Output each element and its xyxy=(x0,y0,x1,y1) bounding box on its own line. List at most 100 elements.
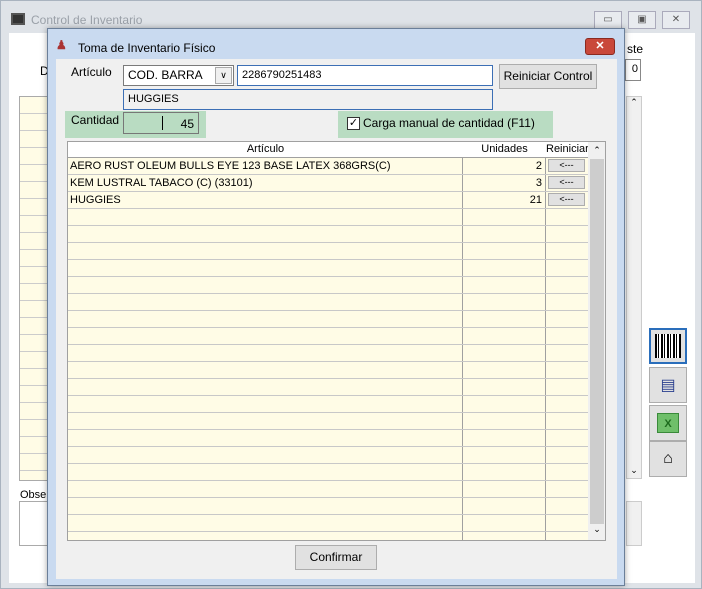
table-row[interactable] xyxy=(68,515,588,532)
table-row[interactable]: AERO RUST OLEUM BULLS EYE 123 BASE LATEX… xyxy=(68,158,588,175)
column-header-reiniciar[interactable]: Reiniciar xyxy=(546,142,589,158)
table-row[interactable] xyxy=(68,379,588,396)
cell-unidades xyxy=(463,294,546,310)
manual-checkbox-label: Carga manual de cantidad (F11) xyxy=(363,116,535,130)
cell-articulo xyxy=(68,498,463,514)
cell-articulo xyxy=(68,396,463,412)
table-row[interactable] xyxy=(68,396,588,413)
cell-reiniciar xyxy=(546,430,588,446)
cell-reiniciar xyxy=(546,345,588,361)
cell-articulo xyxy=(68,277,463,293)
cell-reiniciar xyxy=(546,447,588,463)
cell-unidades xyxy=(463,515,546,531)
background-scrollbar[interactable]: ⌃ ⌄ xyxy=(626,96,642,479)
cell-articulo xyxy=(68,379,463,395)
dialog-close-button[interactable]: ✕ xyxy=(585,38,615,55)
cell-unidades xyxy=(463,209,546,225)
cantidad-input[interactable]: 45 xyxy=(123,112,199,134)
cell-unidades xyxy=(463,498,546,514)
cell-reiniciar xyxy=(546,294,588,310)
table-row[interactable] xyxy=(68,260,588,277)
cell-reiniciar: <--- xyxy=(546,192,588,208)
cell-reiniciar xyxy=(546,515,588,531)
reset-row-button[interactable]: <--- xyxy=(548,193,585,206)
cell-unidades xyxy=(463,277,546,293)
table-row[interactable] xyxy=(68,243,588,260)
table-row[interactable] xyxy=(68,209,588,226)
confirm-button[interactable]: Confirmar xyxy=(295,545,377,570)
cell-unidades: 2 xyxy=(463,158,546,174)
cell-unidades xyxy=(463,396,546,412)
table-row[interactable] xyxy=(68,447,588,464)
cell-articulo xyxy=(68,447,463,463)
minimize-button[interactable]: ▭ xyxy=(594,11,622,29)
cell-reiniciar xyxy=(546,362,588,378)
barcode-button[interactable] xyxy=(649,328,687,364)
excel-button[interactable]: X xyxy=(649,405,687,441)
cell-reiniciar xyxy=(546,464,588,480)
table-row[interactable] xyxy=(68,294,588,311)
label-ste: ste xyxy=(627,42,644,56)
manual-checkbox-group[interactable]: ✓ Carga manual de cantidad (F11) xyxy=(338,111,553,138)
table-row[interactable] xyxy=(68,481,588,498)
cell-reiniciar xyxy=(546,498,588,514)
table-row[interactable] xyxy=(68,362,588,379)
cell-reiniciar xyxy=(546,209,588,225)
table-row[interactable] xyxy=(68,532,588,540)
observations-scrollbar[interactable] xyxy=(626,501,642,546)
cell-unidades xyxy=(463,311,546,327)
text-cursor xyxy=(162,116,163,130)
reset-control-button[interactable]: Reiniciar Control xyxy=(499,64,597,89)
table-row[interactable] xyxy=(68,413,588,430)
dialog-icon: ♟ xyxy=(56,38,67,52)
table-row[interactable] xyxy=(68,345,588,362)
cell-reiniciar xyxy=(546,532,588,540)
table-row[interactable] xyxy=(68,498,588,515)
cell-articulo xyxy=(68,328,463,344)
articulo-label: Artículo xyxy=(71,65,112,79)
table-row[interactable] xyxy=(68,464,588,481)
cell-reiniciar xyxy=(546,379,588,395)
cell-reiniciar xyxy=(546,260,588,276)
barcode-input[interactable]: 2286790251483 xyxy=(237,65,493,86)
table-row[interactable] xyxy=(68,430,588,447)
cell-articulo xyxy=(68,430,463,446)
chevron-down-icon[interactable]: ∨ xyxy=(215,67,232,84)
background-list[interactable] xyxy=(19,96,49,481)
cell-unidades xyxy=(463,430,546,446)
cell-unidades xyxy=(463,362,546,378)
table-row[interactable] xyxy=(68,311,588,328)
cell-reiniciar xyxy=(546,328,588,344)
house-button[interactable]: ⌂ xyxy=(649,441,687,477)
column-header-unidades[interactable]: Unidades xyxy=(463,142,546,158)
excel-icon: X xyxy=(657,413,679,433)
inventory-grid: Artículo Unidades Reiniciar AERO RUST OL… xyxy=(67,141,606,541)
table-row[interactable] xyxy=(68,226,588,243)
cell-articulo xyxy=(68,345,463,361)
table-row[interactable]: KEM LUSTRAL TABACO (C) (33101) 3 <--- xyxy=(68,175,588,192)
maximize-button[interactable]: ▣ xyxy=(628,11,656,29)
scroll-down-icon[interactable]: ⌄ xyxy=(588,524,605,540)
cell-unidades xyxy=(463,328,546,344)
cell-articulo xyxy=(68,515,463,531)
house-icon: ⌂ xyxy=(663,450,673,467)
window-title: Control de Inventario xyxy=(31,13,143,27)
scroll-up-icon[interactable]: ⌃ xyxy=(588,142,605,158)
manual-checkbox[interactable]: ✓ xyxy=(347,117,360,130)
reset-row-button[interactable]: <--- xyxy=(548,176,585,189)
table-row[interactable] xyxy=(68,277,588,294)
cell-reiniciar xyxy=(546,226,588,242)
table-row[interactable]: HUGGIES 21 <--- xyxy=(68,192,588,209)
value-field[interactable]: 0 xyxy=(625,59,641,81)
close-button[interactable]: ✕ xyxy=(662,11,690,29)
grid-scrollbar[interactable]: ⌃ ⌄ xyxy=(588,142,605,540)
reset-row-button[interactable]: <--- xyxy=(548,159,585,172)
column-header-articulo[interactable]: Artículo xyxy=(68,142,463,158)
table-row[interactable] xyxy=(68,328,588,345)
cell-unidades xyxy=(463,413,546,429)
cell-articulo xyxy=(68,481,463,497)
search-type-select[interactable]: COD. BARRA ∨ xyxy=(123,65,234,86)
scroll-thumb[interactable] xyxy=(590,159,604,524)
filter-button[interactable]: ▤ xyxy=(649,367,687,403)
cell-unidades: 3 xyxy=(463,175,546,191)
